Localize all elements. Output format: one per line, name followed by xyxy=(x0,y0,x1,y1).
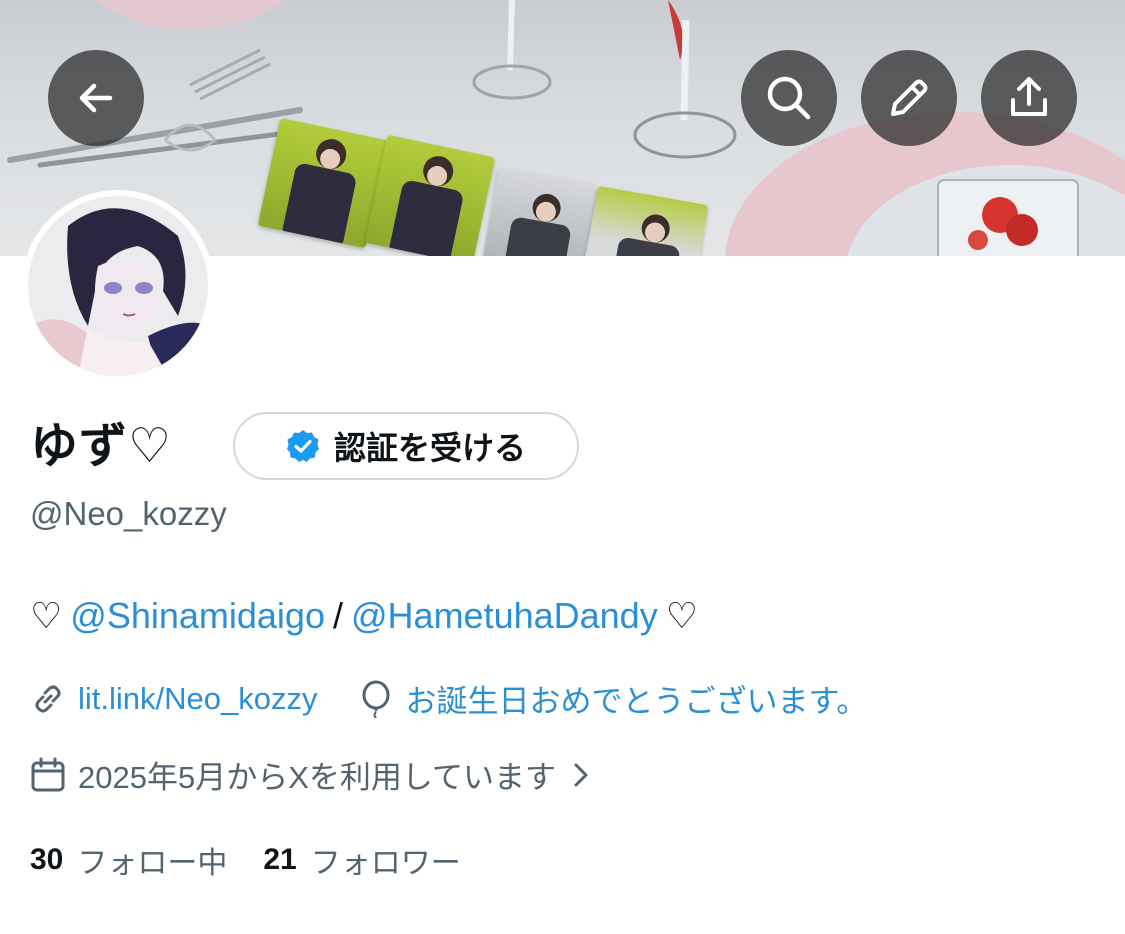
share-icon xyxy=(1011,77,1047,116)
website-link[interactable]: lit.link/Neo_kozzy xyxy=(78,681,317,717)
banner-card-4 xyxy=(583,185,709,256)
profile-meta-row: lit.link/Neo_kozzy お誕生日おめでとうございます。 xyxy=(30,676,867,721)
avatar-image xyxy=(28,196,208,376)
followers-count: 21 xyxy=(263,843,297,876)
follow-stats: 30 フォロー中 21 フォロワー xyxy=(30,838,461,882)
banner-card-3 xyxy=(482,167,598,256)
calendar-icon xyxy=(31,757,65,791)
share-button[interactable] xyxy=(981,50,1077,146)
banner-dessert xyxy=(937,179,1079,256)
joined-row[interactable]: 2025年5月からXを利用しています xyxy=(30,752,592,797)
get-verified-button[interactable]: 認証を受ける xyxy=(233,412,579,480)
bio-separator: / xyxy=(332,595,343,636)
joined-date: 2025年5月からXを利用しています xyxy=(78,760,556,795)
bio-mention-shinamidaigo[interactable]: @Shinamidaigo xyxy=(70,595,325,637)
back-button[interactable] xyxy=(48,50,144,146)
banner-plate-left xyxy=(40,0,340,30)
pencil-icon xyxy=(891,79,928,116)
search-icon xyxy=(767,76,811,120)
following-count: 30 xyxy=(30,843,64,876)
edit-button[interactable] xyxy=(861,50,957,146)
link-icon xyxy=(35,685,61,712)
bio-heart-right: ♡ xyxy=(665,595,698,636)
get-verified-label: 認証を受ける xyxy=(333,429,526,467)
arrow-left-icon xyxy=(79,83,113,113)
display-name: ゆず♡ xyxy=(30,418,173,474)
balloon-icon xyxy=(362,680,390,718)
bio: ♡ @Shinamidaigo / @HametuhaDandy ♡ xyxy=(30,595,698,637)
following-link[interactable]: 30 フォロー中 xyxy=(30,838,227,882)
birthday-text[interactable]: お誕生日おめでとうございます。 xyxy=(405,676,867,721)
verified-badge-icon xyxy=(286,430,319,462)
followers-label: フォロワー xyxy=(310,847,461,880)
bio-mention-hametuhadandy[interactable]: @HametuhaDandy xyxy=(351,595,658,637)
banner-wine-glass-left xyxy=(472,0,552,100)
user-handle: @Neo_kozzy xyxy=(30,495,227,532)
banner-wine-glass-right xyxy=(633,0,737,159)
search-button[interactable] xyxy=(741,50,837,146)
bio-heart-left: ♡ xyxy=(30,595,63,636)
followers-link[interactable]: 21 フォロワー xyxy=(263,838,460,882)
avatar[interactable] xyxy=(22,190,214,382)
banner-card-2 xyxy=(364,134,496,256)
following-label: フォロー中 xyxy=(77,847,228,880)
chevron-right-icon xyxy=(574,763,588,786)
